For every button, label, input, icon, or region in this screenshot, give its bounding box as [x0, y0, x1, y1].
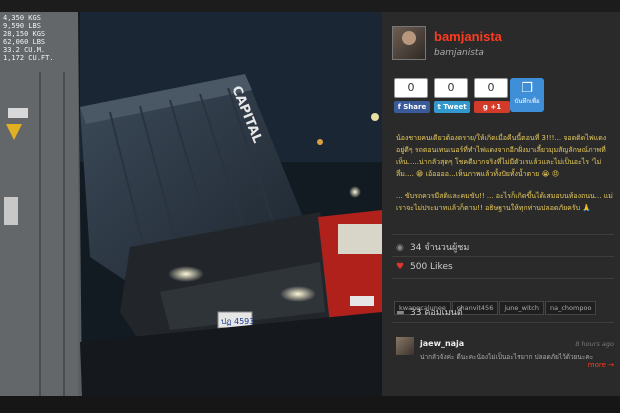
comment-text: น่ากลัวจังค่ะ ดีนะคะน้องไม่เป็นอะไรมาก ป… [420, 353, 594, 361]
caption-paragraph: น้องชายคนเดียวต้องตราย/ให้เกิดเมื่อคืนนี… [396, 134, 607, 178]
username-link[interactable]: bamjanista [434, 29, 502, 44]
facebook-share-button[interactable]: f Share [394, 101, 430, 113]
side-label: 1,172 CU.FT. [3, 54, 54, 62]
likes-stat[interactable]: ♥ 500 Likes [396, 262, 453, 272]
top-bar [0, 0, 620, 12]
post-photo[interactable]: 4,350 KGS 9,590 LBS 28,150 KGS 62,060 LB… [0, 12, 382, 396]
gplus-share-group: 0 g +1 [474, 78, 510, 113]
more-comments-link[interactable]: more → [588, 361, 614, 369]
license-plate: ปฏ 4593 [221, 317, 254, 326]
twitter-share-count: 0 [434, 78, 468, 98]
user-handle: bamjanista [434, 48, 484, 58]
liker-tag[interactable]: june_witch [499, 301, 544, 315]
gplus-button[interactable]: g +1 [474, 101, 510, 113]
accident-scene-illustration: 4,350 KGS 9,590 LBS 28,150 KGS 62,060 LB… [0, 12, 382, 396]
caption-paragraph: ... ขับรถควรมีสติและคมขับ!! ... อะไรก็เก… [396, 192, 613, 212]
likes-count: 500 Likes [410, 262, 453, 272]
side-label: 62,060 LBS [3, 38, 45, 46]
comments-count: 33 คอมเมนต์ [410, 308, 463, 318]
side-label: 9,590 LBS [3, 22, 41, 30]
twitter-share-group: 0 t Tweet [434, 78, 470, 113]
commenter-username[interactable]: jaew_naja [420, 339, 464, 348]
tweet-label: Tweet [443, 103, 467, 111]
commenter-avatar[interactable] [396, 337, 414, 355]
eye-icon: ◉ [396, 243, 404, 253]
liker-tag[interactable]: na_chompoo [545, 301, 597, 315]
facebook-share-group: 0 f Share [394, 78, 430, 113]
divider [392, 234, 614, 235]
gplus-label: +1 [490, 103, 502, 111]
avatar[interactable] [392, 26, 426, 60]
page: 4,350 KGS 9,590 LBS 28,150 KGS 62,060 LB… [0, 0, 620, 413]
heart-icon[interactable]: ♥ [396, 262, 410, 272]
post-caption: น้องชายคนเดียวต้องตราย/ให้เกิดเมื่อคืนนี… [396, 132, 614, 224]
divider [392, 278, 614, 279]
divider [392, 322, 614, 323]
post-info-panel: bamjanista bamjanista 0 f Share 0 t Twee… [382, 12, 620, 396]
gplus-count: 0 [474, 78, 508, 98]
side-label: 4,350 KGS [3, 14, 41, 22]
facebook-share-count: 0 [394, 78, 428, 98]
facebook-share-label: Share [403, 103, 427, 111]
tweet-button[interactable]: t Tweet [434, 101, 470, 113]
divider [392, 256, 614, 257]
save-label: บันทึกเพื่อ [514, 98, 540, 105]
comment-icon: ▬ [396, 308, 405, 318]
comment-time: 8 hours ago [575, 340, 614, 348]
bottom-bar [0, 396, 620, 413]
views-stat: ◉ 34 จำนวนผู้ชม [396, 240, 469, 254]
save-button[interactable]: ❐ บันทึกเพื่อ [510, 78, 544, 112]
views-count: 34 จำนวนผู้ชม [410, 243, 470, 253]
comments-stat: ▬ 33 คอมเมนต์ [396, 305, 463, 319]
side-label: 33.2 CU.M. [3, 46, 45, 54]
side-label: 28,150 KGS [3, 30, 45, 38]
bookmark-icon: ❐ [521, 81, 533, 96]
